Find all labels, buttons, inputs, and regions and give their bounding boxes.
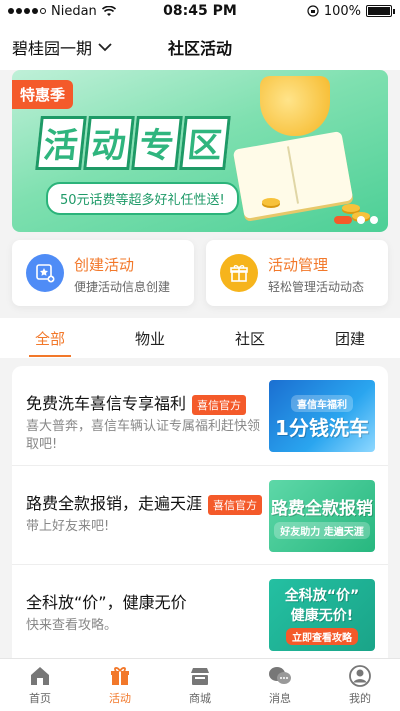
nav-label: 我的: [349, 691, 371, 705]
official-badge: 喜信官方: [192, 394, 247, 415]
create-activity-button[interactable]: 创建活动 便捷活动信息创建: [12, 240, 194, 306]
banner-pagination: [334, 216, 378, 224]
banner-subtitle: 50元话费等超多好礼任性送!: [46, 182, 239, 215]
pagination-dot[interactable]: [370, 216, 378, 224]
trophy-illustration: [260, 76, 330, 136]
list-item[interactable]: 全科放“价”，健康无价 快来查看攻略。 全科放“价” 健康无价! 立即查看攻略: [12, 564, 388, 662]
gift-icon: [220, 254, 258, 292]
nav-label: 消息: [269, 691, 291, 705]
item-title: 全科放“价”，健康无价: [26, 589, 187, 613]
banner-title-char: 区: [179, 116, 231, 170]
battery-icon: [366, 5, 395, 17]
coin-illustration: [262, 198, 280, 206]
status-bar: Niedan 08:45 PM 100%: [0, 0, 400, 22]
nav-home[interactable]: 首页: [10, 665, 70, 706]
category-tabs: 全部 物业 社区 团建: [0, 318, 400, 358]
manage-activity-title: 活动管理: [268, 256, 329, 274]
nav-activity[interactable]: 活动: [90, 665, 150, 706]
nav-profile[interactable]: 我的: [330, 664, 390, 706]
item-thumbnail: 喜信车福利 1分钱洗车: [269, 380, 375, 452]
signal-icon: [8, 8, 46, 14]
nav-label: 活动: [109, 691, 131, 705]
nav-label: 商城: [189, 691, 211, 705]
user-icon: [349, 664, 371, 687]
banner-title-char: 活: [35, 116, 87, 170]
coin-illustration: [342, 204, 360, 212]
item-desc: 喜大普奔，喜信车辆认证专属福利赶快领取吧!: [26, 419, 261, 452]
banner-tag: 特惠季: [12, 80, 74, 109]
item-title: 免费洗车喜信专享福利 喜信官方: [26, 390, 247, 415]
tab-property[interactable]: 物业: [121, 320, 179, 357]
item-title-text: 免费洗车喜信专享福利: [26, 394, 187, 413]
page-title: 社区活动: [167, 39, 232, 58]
pagination-dot[interactable]: [334, 216, 352, 224]
thumbnail-subtext: 好友助力 走遍天涯: [274, 521, 370, 539]
create-activity-title: 创建活动: [74, 256, 135, 274]
list-item[interactable]: 路费全款报销，走遍天涯 喜信官方 带上好友来吧! 路费全款报销 好友助力 走遍天涯: [12, 465, 388, 563]
manage-activity-button[interactable]: 活动管理 轻松管理活动动态: [206, 240, 388, 306]
orientation-lock-icon: [307, 5, 319, 17]
thumbnail-subtext: 立即查看攻略: [286, 628, 358, 645]
status-right: 100%: [307, 3, 395, 19]
item-desc: 带上好友来吧!: [26, 519, 110, 534]
pagination-dot[interactable]: [357, 216, 365, 224]
nav-messages[interactable]: 消息: [250, 665, 310, 706]
banner-title-char: 专: [131, 116, 183, 170]
item-thumbnail: 路费全款报销 好友助力 走遍天涯: [269, 480, 375, 552]
item-title-text: 路费全款报销，走遍天涯: [26, 494, 203, 513]
promo-banner[interactable]: 特惠季 活 动 专 区 50元话费等超多好礼任性送!: [12, 70, 388, 232]
battery-percent: 100%: [323, 3, 361, 19]
thumbnail-text: 路费全款报销: [271, 498, 373, 519]
status-left: Niedan: [8, 4, 116, 19]
home-icon: [31, 666, 49, 685]
item-desc: 快来查看攻略。: [26, 618, 118, 633]
banner-title: 活 动 专 区: [35, 116, 231, 170]
activity-list: 免费洗车喜信专享福利 喜信官方 喜大普奔，喜信车辆认证专属福利赶快领取吧! 喜信车…: [12, 366, 388, 664]
star-add-icon: [26, 254, 64, 292]
tab-community[interactable]: 社区: [221, 320, 279, 357]
manage-activity-desc: 轻松管理活动动态: [268, 280, 365, 294]
gift-icon: [111, 666, 129, 685]
thumbnail-subtext: 喜信车福利: [291, 394, 353, 412]
message-icon: [269, 666, 291, 684]
item-title-text: 全科放“价”，健康无价: [26, 593, 187, 612]
item-thumbnail: 全科放“价” 健康无价! 立即查看攻略: [269, 579, 375, 651]
status-time: 08:45 PM: [163, 3, 237, 19]
create-activity-desc: 便捷活动信息创建: [74, 280, 171, 294]
item-title: 路费全款报销，走遍天涯 喜信官方: [26, 490, 263, 515]
nav-label: 首页: [29, 691, 51, 705]
nav-store[interactable]: 商城: [170, 665, 230, 706]
banner-title-char: 动: [83, 116, 135, 170]
thumbnail-text: 全科放“价” 健康无价!: [284, 588, 360, 624]
tab-team-building[interactable]: 团建: [321, 320, 379, 357]
official-badge: 喜信官方: [208, 494, 263, 515]
bottom-nav: 首页 活动 商城 消息 我的: [0, 658, 400, 711]
wifi-icon: [101, 5, 116, 16]
thumbnail-text: 1分钱洗车: [275, 415, 369, 440]
list-item[interactable]: 免费洗车喜信专享福利 喜信官方 喜大普奔，喜信车辆认证专属福利赶快领取吧! 喜信车…: [12, 366, 388, 464]
store-icon: [191, 667, 209, 685]
book-illustration: [232, 130, 354, 220]
header: 碧桂园一期 社区活动: [0, 22, 400, 70]
carrier-name: Niedan: [51, 3, 97, 19]
tab-all[interactable]: 全部: [21, 320, 79, 357]
